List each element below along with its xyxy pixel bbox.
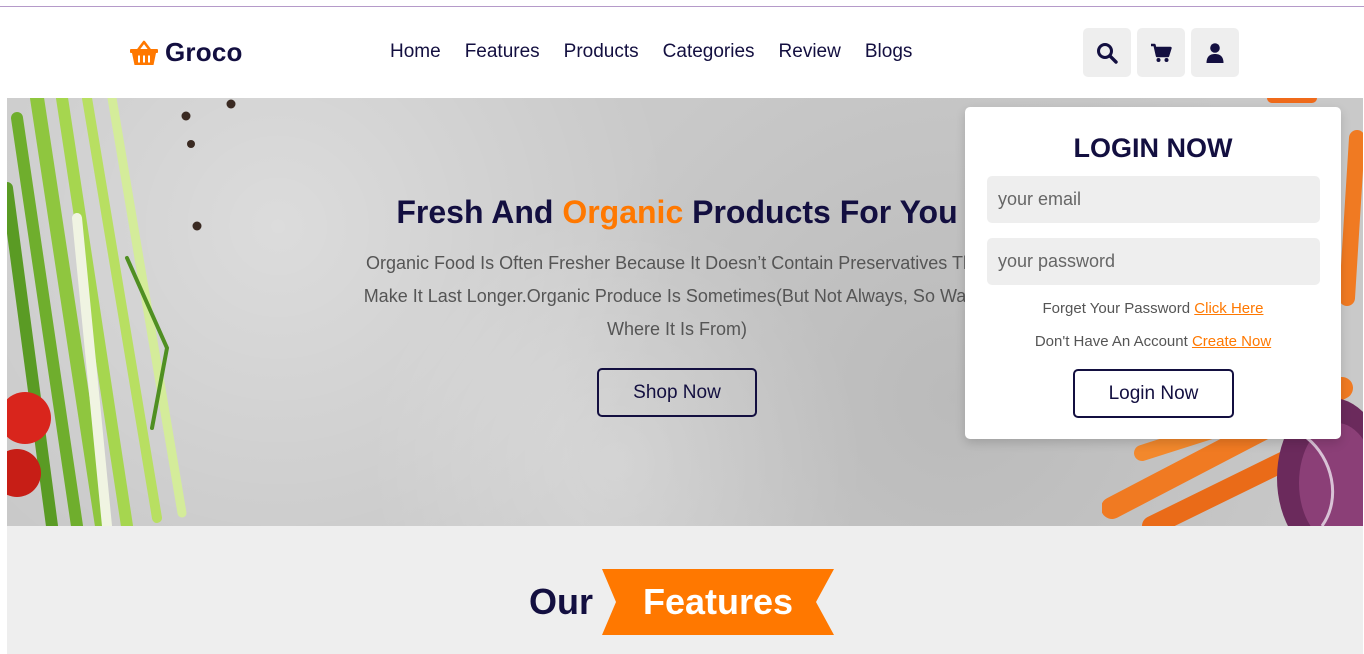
login-form: LOGIN NOW Forget Your Password Click Her… [965,107,1341,439]
features-heading: Our Features [529,569,835,635]
header-icons [1083,28,1239,77]
email-field[interactable] [987,176,1320,223]
user-button[interactable] [1191,28,1239,77]
user-icon [1206,42,1224,63]
logo-text: Groco [165,37,243,67]
create-account-text: Don't Have An Account Create Now [965,333,1341,350]
cart-button[interactable] [1137,28,1185,77]
features-heading-prefix: Our [529,581,594,622]
click-here-link[interactable]: Click Here [1194,300,1263,317]
nav-link-products[interactable]: Products [564,41,639,63]
create-now-link[interactable]: Create Now [1192,333,1271,350]
main-nav: Home Features Products Categories Review… [390,41,912,63]
search-icon [1097,42,1118,64]
features-ribbon: Features [602,569,835,635]
hero-title-accent: Organic [562,194,684,230]
hero-title-part2: Products For You [683,194,958,230]
hero-description: Organic Food Is Often Fresher Because It… [363,253,991,339]
shop-now-button[interactable]: Shop Now [597,368,757,417]
peppercorn-image [181,99,236,231]
nav-link-features[interactable]: Features [465,41,540,63]
nav-link-home[interactable]: Home [390,41,441,63]
search-button[interactable] [1083,28,1131,77]
nav-link-blogs[interactable]: Blogs [865,41,913,63]
features-section: Our Features [7,526,1363,654]
logo[interactable]: Groco [129,37,243,68]
create-account-label: Don't Have An Account [1034,333,1192,350]
login-button[interactable]: Login Now [1073,369,1234,418]
hero-title-part1: Fresh And [396,194,563,230]
forgot-password-label: Forget Your Password [1042,300,1195,317]
nav-link-categories[interactable]: Categories [663,41,755,63]
features-heading-ribbon-text: Features [642,581,794,622]
forgot-password-text: Forget Your Password Click Here [965,300,1341,317]
shopping-cart-icon [1151,43,1172,62]
nav-link-review[interactable]: Review [779,41,841,63]
password-field[interactable] [987,238,1320,285]
login-title: LOGIN NOW [1073,133,1233,163]
hero-content: Fresh And Organic Products For You Organ… [347,194,1007,417]
shopping-basket-icon [130,40,158,65]
hero-title: Fresh And Organic Products For You [347,194,1007,231]
site-header: Groco Home Features Products Categories … [7,7,1363,98]
